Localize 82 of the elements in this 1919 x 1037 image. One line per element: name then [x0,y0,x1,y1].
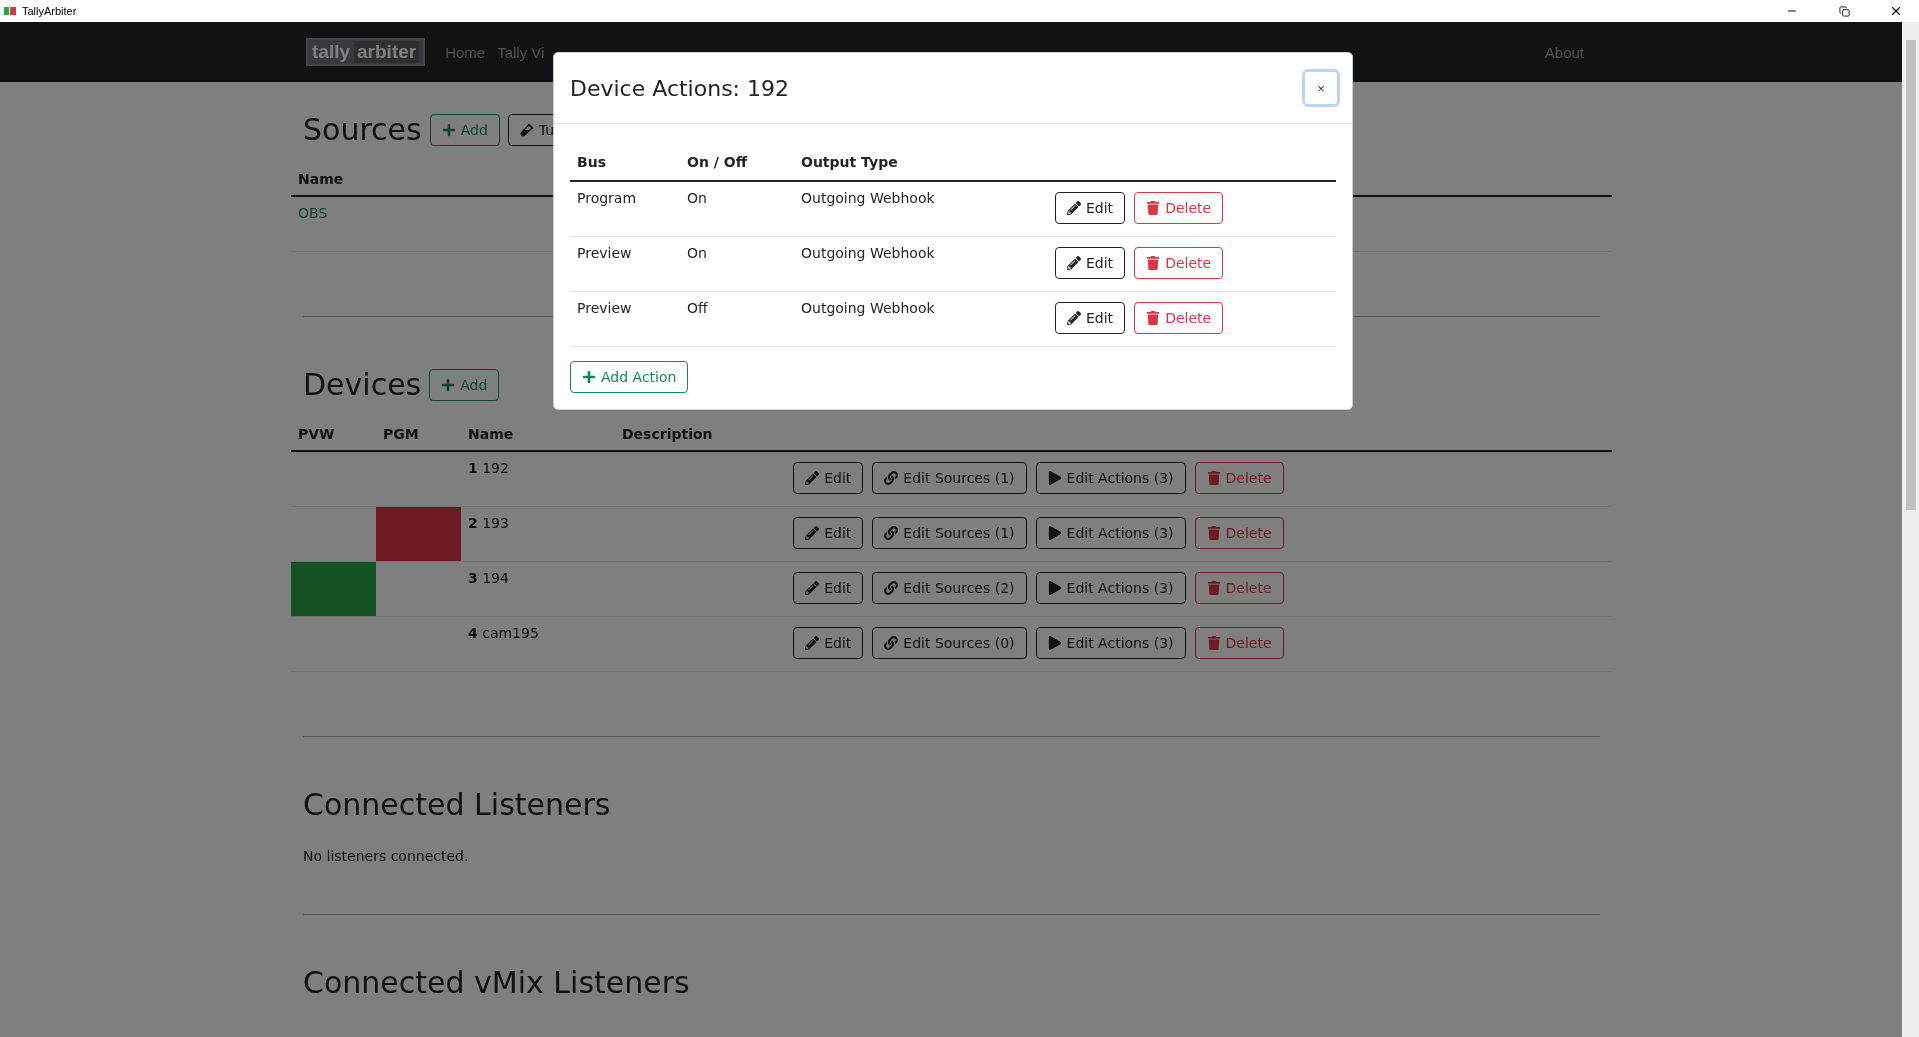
edit-sources-button[interactable]: Edit Sources (1) [872,462,1027,494]
play-icon [1047,581,1062,595]
play-icon [1047,526,1062,540]
edit-sources-button[interactable]: Edit Sources (0) [872,627,1027,659]
delete-button[interactable]: Delete [1194,572,1284,604]
state-cell: On [680,236,794,292]
play-icon [1047,636,1062,650]
pencil-icon [805,526,820,540]
pencil-icon [805,471,820,485]
delete-button[interactable]: Delete [1134,192,1224,224]
device-name: 1 192 [461,451,615,507]
pencil-icon [1067,311,1081,325]
pencil-icon [805,636,820,650]
output-type-cell: Outgoing Webhook [794,236,1048,292]
app-icon [4,7,16,15]
plus-icon [441,377,456,392]
section-title: Connected vMix Listeners [303,965,690,1000]
add-action-button[interactable]: Add Action [570,361,689,393]
delete-button[interactable]: Delete [1194,462,1284,494]
pencil-icon [805,581,820,595]
edit-sources-button[interactable]: Edit Sources (2) [872,572,1027,604]
pencil-icon [1067,201,1081,215]
delete-button[interactable]: Delete [1194,517,1284,549]
trash-icon [1206,581,1221,595]
modal-title: Device Actions: 192 [570,75,789,101]
window-title: TallyArbiter [22,5,78,17]
column-header: PVW [291,418,376,451]
edit-actions-button[interactable]: Edit Actions (3) [1035,517,1186,549]
link-icon [884,526,899,540]
edit-actions-button[interactable]: Edit Actions (3) [1035,462,1186,494]
column-header: Output Type [794,144,1048,181]
column-header: On / Off [680,144,794,181]
add-button[interactable]: Add [429,368,500,401]
plus-icon [582,370,596,384]
delete-button[interactable]: Delete [1134,247,1224,279]
bus-cell: Preview [570,291,680,347]
pencil-icon [1067,256,1081,270]
scrollbar[interactable] [1902,22,1919,1037]
edit-button[interactable]: Edit [1055,247,1126,279]
play-icon [1047,471,1062,485]
close-button[interactable]: × [1302,69,1340,107]
column-header: Bus [570,144,680,181]
edit-sources-button[interactable]: Edit Sources (1) [872,517,1027,549]
edit-button[interactable]: Edit [1055,302,1126,334]
trash-icon [1206,636,1221,650]
link-icon [884,581,899,595]
edit-actions-button[interactable]: Edit Actions (3) [1035,627,1186,659]
edit-button[interactable]: Edit [793,462,864,494]
test-tube-icon [519,122,534,137]
state-cell: On [680,181,794,237]
column-header: PGM [376,418,461,451]
trash-icon [1206,526,1221,540]
add-button[interactable]: Add [429,113,500,146]
state-cell: Off [680,291,794,347]
output-type-cell: Outgoing Webhook [794,181,1048,237]
edit-button[interactable]: Edit [793,517,864,549]
column-header: Name [461,418,615,451]
delete-button[interactable]: Delete [1134,302,1224,334]
section-title: Devices [303,367,422,402]
output-type-cell: Outgoing Webhook [794,291,1048,347]
link-icon [884,636,899,650]
column-header: Description [615,418,787,451]
trash-icon [1146,311,1161,325]
edit-button[interactable]: Edit [1055,192,1126,224]
device-name: 4 cam195 [461,616,615,672]
bus-cell: Preview [570,236,680,292]
device-name: 3 194 [461,561,615,617]
bus-cell: Program [570,181,680,237]
trash-icon [1146,256,1161,270]
section-title: Connected Listeners [303,787,611,822]
edit-button[interactable]: Edit [793,572,864,604]
link-icon [884,471,899,485]
empty-message: No listeners connected. [303,848,470,864]
edit-button[interactable]: Edit [793,627,864,659]
section-title: Sources [303,112,422,147]
delete-button[interactable]: Delete [1194,627,1284,659]
device-name: 2 193 [461,506,615,562]
plus-icon [441,122,456,137]
edit-actions-button[interactable]: Edit Actions (3) [1035,572,1186,604]
trash-icon [1146,201,1161,215]
trash-icon [1206,471,1221,485]
logo[interactable]: tally arbiter [306,38,426,66]
